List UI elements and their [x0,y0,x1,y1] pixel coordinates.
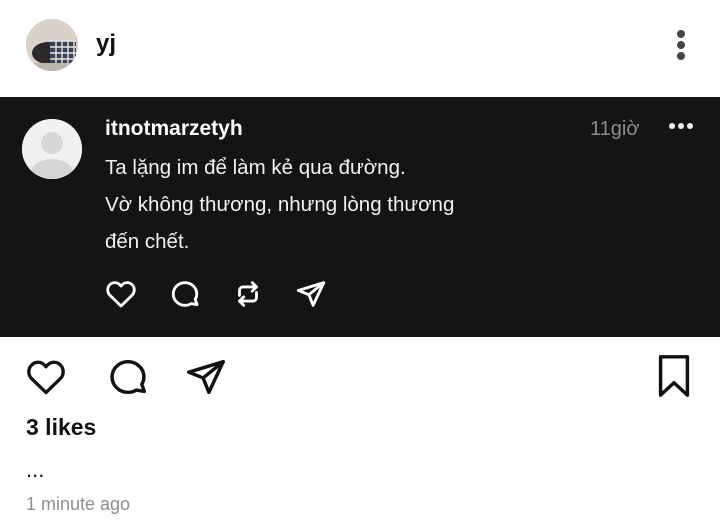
username[interactable]: yj [96,30,116,58]
avatar[interactable] [26,19,78,71]
embedded-post-line: Vờ không thương, nhưng lòng thương [105,193,455,216]
embedded-repost-icon[interactable] [231,277,265,311]
post-caption: ... [26,457,45,482]
bookmark-icon[interactable] [654,353,694,399]
share-icon[interactable] [183,354,229,400]
embedded-post-username[interactable]: itnotmarzetyh [105,117,243,141]
embedded-post-time: 11giờ [590,118,640,140]
embedded-post-text: Ta lặng im để làm kẻ qua đường. Vờ không… [105,149,585,260]
embedded-post[interactable]: itnotmarzetyh 11giờ Ta lặng im để làm kẻ… [0,97,720,337]
avatar-image [26,19,78,71]
heart-icon[interactable] [24,355,68,399]
post-header: yj [0,0,720,96]
post-timestamp: 1 minute ago [26,494,131,514]
embedded-more-icon[interactable] [668,119,694,135]
embedded-share-icon[interactable] [294,277,328,311]
embedded-post-line: đến chết. [105,230,190,253]
default-avatar-icon [22,119,82,179]
comment-icon[interactable] [105,354,151,400]
embedded-heart-icon[interactable] [104,277,138,311]
embedded-comment-icon[interactable] [168,277,202,311]
likes-count[interactable]: 3 likes [26,414,96,441]
embedded-post-line: Ta lặng im để làm kẻ qua đường. [105,156,406,179]
more-options-icon[interactable] [672,28,692,62]
